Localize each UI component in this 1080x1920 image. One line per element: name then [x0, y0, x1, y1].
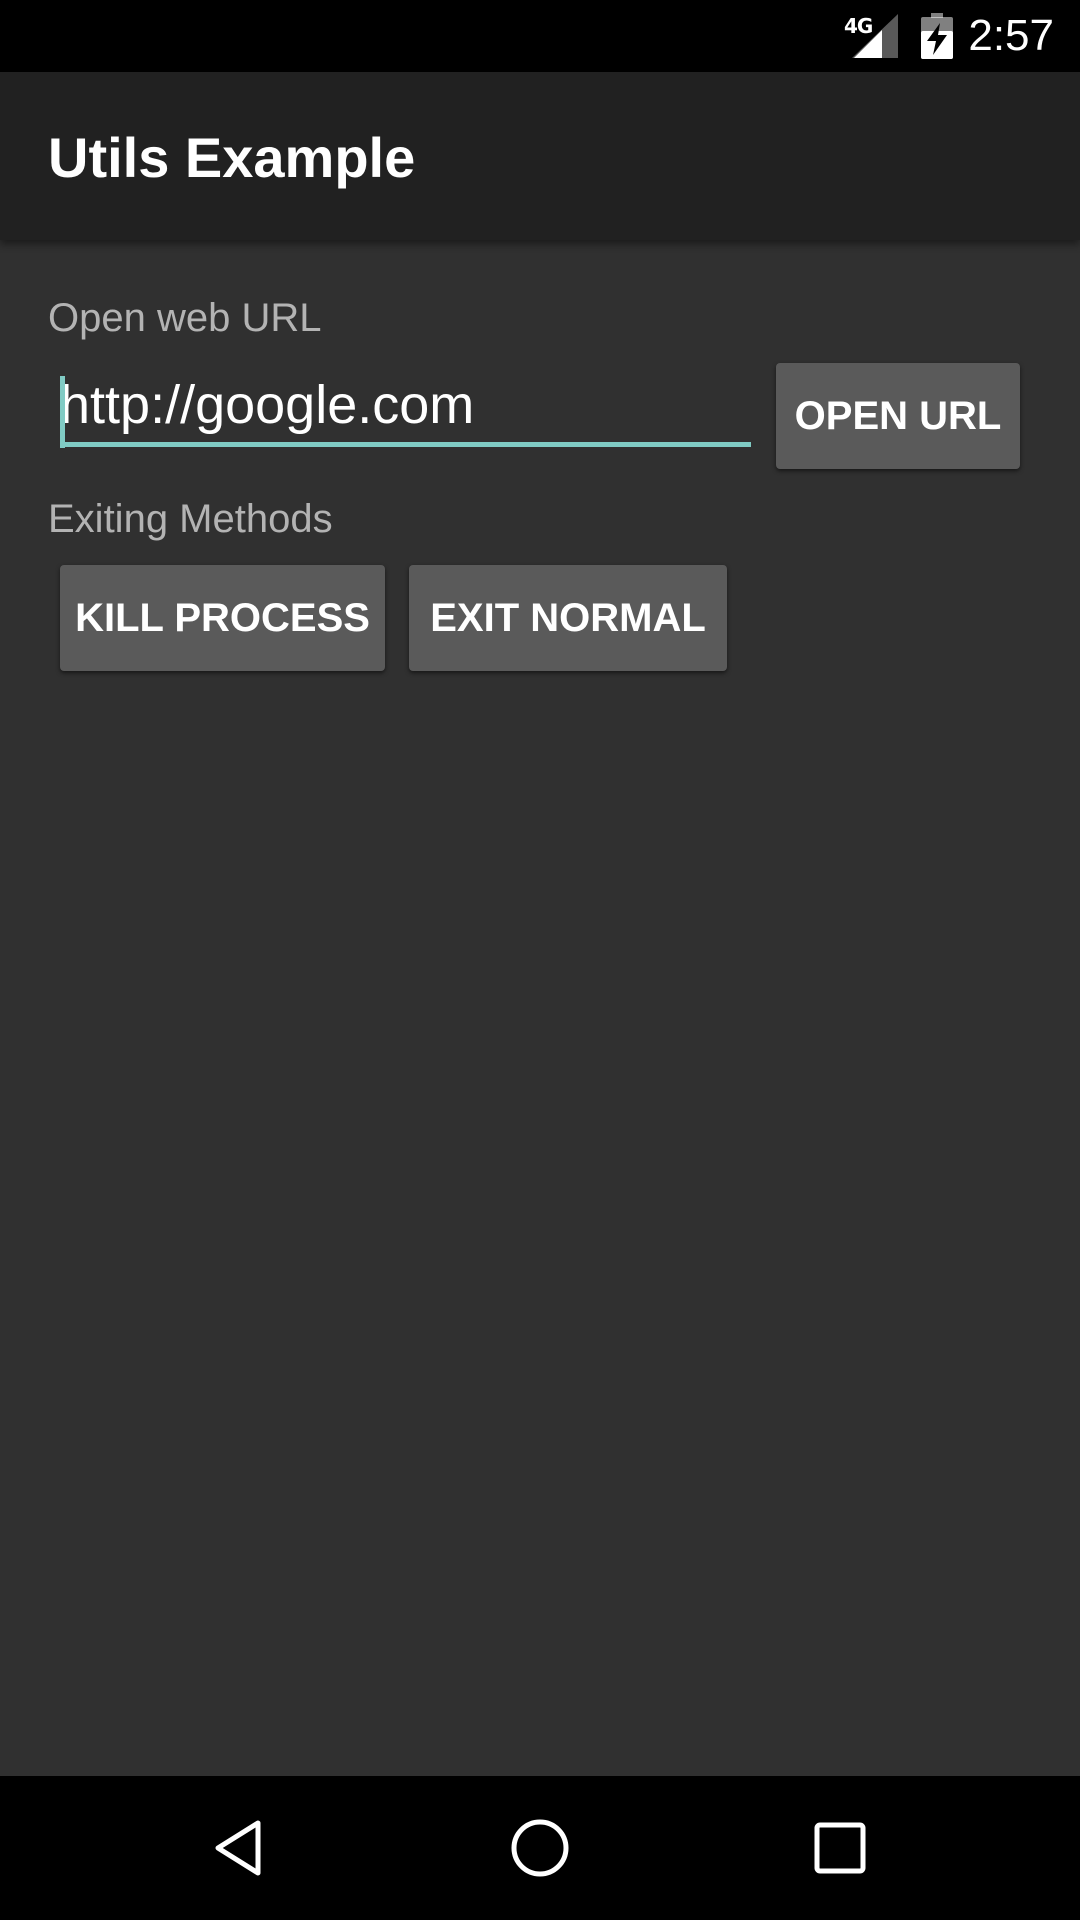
screen: 4G 2:57 Utils Example Open web URL OPEN … [0, 0, 1080, 1920]
home-button[interactable] [490, 1798, 590, 1898]
text-cursor [60, 376, 65, 448]
home-icon [511, 1819, 569, 1877]
recents-icon [814, 1822, 866, 1874]
main-content: Open web URL OPEN URL Exiting Methods KI… [0, 240, 1080, 1776]
app-title: Utils Example [48, 126, 416, 189]
kill-process-button[interactable]: KILL PROCESS [60, 565, 385, 671]
back-button[interactable] [190, 1798, 290, 1898]
url-input[interactable] [60, 370, 745, 440]
exit-normal-button[interactable]: EXIT NORMAL [409, 565, 727, 671]
url-field[interactable] [60, 366, 751, 448]
status-time: 2:57 [968, 11, 1054, 60]
exiting-methods-label: Exiting Methods [48, 497, 333, 541]
navigation-bar [0, 1776, 1080, 1920]
app-bar: Utils Example [0, 72, 1080, 240]
recents-button[interactable] [790, 1798, 890, 1898]
open-url-button[interactable]: OPEN URL [776, 363, 1020, 469]
status-bar: 4G 2:57 [0, 0, 1080, 72]
open-url-section-label: Open web URL [48, 296, 322, 340]
signal-icon [852, 14, 898, 58]
back-icon [215, 1820, 261, 1876]
battery-charging-icon [921, 13, 953, 59]
